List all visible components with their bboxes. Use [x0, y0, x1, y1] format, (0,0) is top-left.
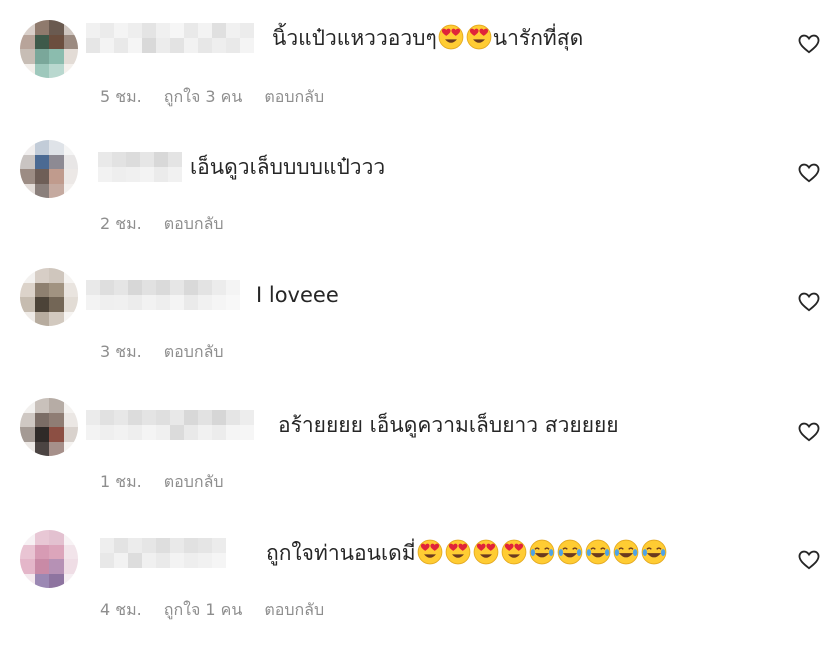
comment-text: เอ็นดูวเล็บบบบแป๋ววว — [190, 152, 385, 182]
comment-text: นิ้วแป๋วแหววอวบๆ นารักที่สุด — [272, 23, 583, 53]
username-blurred[interactable] — [86, 23, 254, 53]
avatar[interactable] — [20, 398, 78, 456]
comment-likes[interactable]: ถูกใจ 1 คน — [164, 598, 243, 623]
comment-time[interactable]: 2 ชม. — [100, 212, 142, 237]
heart-eyes-emoji-icon — [438, 24, 464, 50]
comment-meta: 3 ชม. ตอบกลับ — [100, 340, 224, 365]
comment-meta: 5 ชม. ถูกใจ 3 คน ตอบกลับ — [100, 85, 324, 110]
reply-button[interactable]: ตอบกลับ — [164, 470, 224, 495]
heart-eyes-emoji-icon — [445, 539, 471, 565]
tears-of-joy-emoji-icon — [641, 539, 667, 565]
reply-button[interactable]: ตอบกลับ — [164, 212, 224, 237]
tears-of-joy-emoji-icon — [585, 539, 611, 565]
comment-text-part: นารักที่สุด — [492, 26, 584, 50]
username-blurred[interactable] — [98, 152, 182, 182]
heart-outline-icon[interactable] — [798, 34, 820, 54]
username-blurred[interactable] — [100, 538, 226, 568]
comment-text-part: I loveee — [256, 283, 339, 307]
comment-text-part: ถูกใจท่านอนเดมี่ — [266, 541, 416, 565]
comment-meta: 1 ชม. ตอบกลับ — [100, 470, 224, 495]
comment-meta: 2 ชม. ตอบกลับ — [100, 212, 224, 237]
tears-of-joy-emoji-icon — [529, 539, 555, 565]
heart-eyes-emoji-icon — [417, 539, 443, 565]
comment-likes[interactable]: ถูกใจ 3 คน — [164, 85, 243, 110]
comment-text-part: นิ้วแป๋วแหววอวบๆ — [272, 26, 437, 50]
username-blurred[interactable] — [86, 410, 254, 440]
comment-time[interactable]: 1 ชม. — [100, 470, 142, 495]
avatar[interactable] — [20, 20, 78, 78]
heart-outline-icon[interactable] — [798, 550, 820, 570]
heart-outline-icon[interactable] — [798, 292, 820, 312]
comment-item: ถูกใจท่านอนเดมี่ 4 ชม. ถูกใจ 1 คน ตอบกลั… — [0, 526, 820, 656]
comment-text-part: อร้ายยยย เอ็นดูความเล็บยาว สวยยยย — [278, 413, 619, 437]
comment-item: อร้ายยยย เอ็นดูความเล็บยาว สวยยยย 1 ชม. … — [0, 398, 820, 528]
avatar[interactable] — [20, 268, 78, 326]
comment-text-part: เอ็นดูวเล็บบบบแป๋ววว — [190, 155, 386, 179]
username-blurred[interactable] — [86, 280, 240, 310]
reply-button[interactable]: ตอบกลับ — [164, 340, 224, 365]
avatar[interactable] — [20, 140, 78, 198]
emoji-group — [416, 539, 668, 565]
comment-item: I loveee 3 ชม. ตอบกลับ — [0, 268, 820, 398]
reply-button[interactable]: ตอบกลับ — [264, 85, 324, 110]
comment-text: ถูกใจท่านอนเดมี่ — [266, 538, 668, 568]
heart-eyes-emoji-icon — [466, 24, 492, 50]
tears-of-joy-emoji-icon — [557, 539, 583, 565]
comment-item: เอ็นดูวเล็บบบบแป๋ววว 2 ชม. ตอบกลับ — [0, 140, 820, 270]
heart-outline-icon[interactable] — [798, 422, 820, 442]
comment-time[interactable]: 5 ชม. — [100, 85, 142, 110]
tears-of-joy-emoji-icon — [613, 539, 639, 565]
comment-text: I loveee — [256, 280, 339, 310]
heart-outline-icon[interactable] — [798, 163, 820, 183]
avatar[interactable] — [20, 530, 78, 588]
reply-button[interactable]: ตอบกลับ — [264, 598, 324, 623]
comment-meta: 4 ชม. ถูกใจ 1 คน ตอบกลับ — [100, 598, 324, 623]
comment-time[interactable]: 3 ชม. — [100, 340, 142, 365]
heart-eyes-emoji-icon — [473, 539, 499, 565]
comment-time[interactable]: 4 ชม. — [100, 598, 142, 623]
comment-text: อร้ายยยย เอ็นดูความเล็บยาว สวยยยย — [278, 410, 619, 440]
emoji-group — [437, 24, 493, 50]
heart-eyes-emoji-icon — [501, 539, 527, 565]
comment-item: นิ้วแป๋วแหววอวบๆ นารักที่สุด 5 ชม. ถูกใจ … — [0, 10, 820, 140]
